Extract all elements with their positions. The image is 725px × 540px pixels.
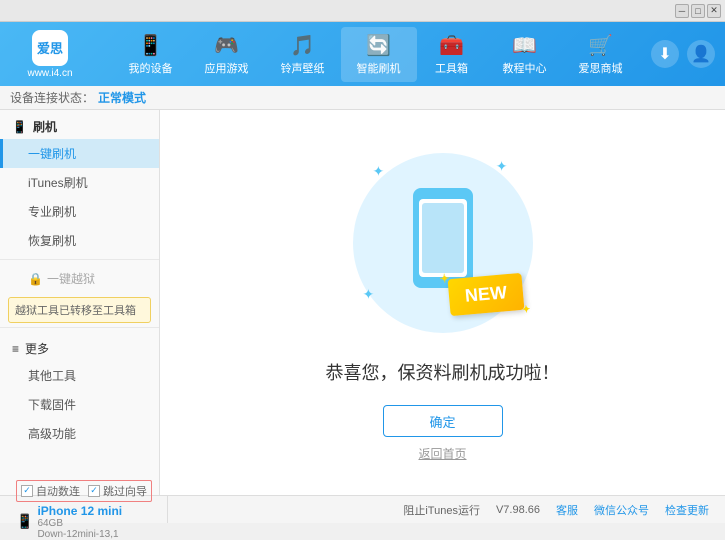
tutorial-icon: 📖 [512, 33, 537, 58]
sidebar-item-itunes-flash[interactable]: iTunes刷机 [0, 168, 159, 197]
toolbox-label: 工具箱 [435, 60, 468, 76]
skip-guide-cb-box: ✓ [88, 485, 100, 497]
sidebar-item-pro-flash[interactable]: 专业刷机 [0, 197, 159, 226]
device-row: 📱 iPhone 12 mini 64GB Down-12mini-13,1 [16, 504, 159, 540]
customer-service-link[interactable]: 客服 [556, 502, 578, 518]
bottom-checkboxes: ✓ 自动数连 ✓ 跳过向导 [16, 480, 159, 502]
app-game-label: 应用游戏 [205, 60, 249, 76]
nav-tutorial[interactable]: 📖 教程中心 [487, 27, 563, 82]
shop-label: 爱思商城 [579, 60, 623, 76]
device-info-block: iPhone 12 mini 64GB Down-12mini-13,1 [37, 504, 122, 540]
auto-connect-label: 自动数连 [36, 483, 80, 499]
logo-site: www.i4.cn [27, 68, 72, 79]
device-firmware: Down-12mini-13,1 [37, 529, 122, 540]
flash-section-icon: 📱 [12, 120, 27, 134]
tutorial-label: 教程中心 [503, 60, 547, 76]
main-content: ✦ ✦ ✦ NEW 恭喜您，保资料刷机成功啦！ 确定 返回首页 [160, 110, 725, 495]
sidebar: 📱 刷机 一键刷机 iTunes刷机 专业刷机 恢复刷机 🔒 一键越狱 越狱工具… [0, 110, 160, 495]
auto-connect-checkbox[interactable]: ✓ 自动数连 [21, 483, 80, 499]
more-section-label: 更多 [25, 340, 49, 357]
smart-flash-label: 智能刷机 [357, 60, 401, 76]
jailbreak-label: 一键越狱 [47, 270, 95, 287]
sidebar-item-advanced[interactable]: 高级功能 [0, 419, 159, 448]
sidebar-section-more: ≡ 更多 [0, 332, 159, 361]
confirm-button[interactable]: 确定 [383, 405, 503, 437]
phone-screen-inner [422, 203, 464, 273]
nav-shop[interactable]: 🛒 爱思商城 [563, 27, 639, 82]
smart-flash-icon: 🔄 [366, 33, 391, 58]
status-label: 设备连接状态： [10, 89, 94, 106]
version-info: V7.98.66 [496, 504, 540, 516]
title-bar: ─ □ ✕ [0, 0, 725, 22]
window-controls: ─ □ ✕ [675, 4, 721, 18]
nav-ringtone[interactable]: 🎵 铃声壁纸 [265, 27, 341, 82]
nav-app-game[interactable]: 🎮 应用游戏 [189, 27, 265, 82]
toolbox-icon: 🧰 [439, 33, 464, 58]
my-device-icon: 📱 [138, 33, 163, 58]
my-device-label: 我的设备 [129, 60, 173, 76]
skip-guide-checkbox[interactable]: ✓ 跳过向导 [88, 483, 147, 499]
sidebar-item-restore-flash[interactable]: 恢复刷机 [0, 226, 159, 255]
sparkle-2: ✦ [496, 158, 508, 175]
sparkle-1: ✦ [373, 163, 385, 180]
sidebar-item-one-key-flash[interactable]: 一键刷机 [0, 139, 159, 168]
nav-my-device[interactable]: 📱 我的设备 [113, 27, 189, 82]
shop-icon: 🛒 [588, 33, 613, 58]
nav-smart-flash[interactable]: 🔄 智能刷机 [341, 27, 417, 82]
go-back-link[interactable]: 返回首页 [418, 445, 466, 462]
wechat-link[interactable]: 微信公众号 [594, 502, 649, 518]
sidebar-section-flash: 📱 刷机 [0, 110, 159, 139]
sidebar-lock-jailbreak: 🔒 一键越狱 [0, 264, 159, 293]
success-illustration: ✦ ✦ ✦ NEW [343, 143, 543, 343]
ringtone-icon: 🎵 [290, 33, 315, 58]
new-badge: NEW [447, 273, 524, 316]
sidebar-item-other-tools[interactable]: 其他工具 [0, 361, 159, 390]
status-bar: 设备连接状态： 正常模式 [0, 86, 725, 110]
logo-icon: 爱思 [32, 30, 68, 66]
device-storage: 64GB [37, 518, 122, 529]
bottom-left: ✓ 自动数连 ✓ 跳过向导 📱 iPhone 12 mini 64GB Down… [8, 496, 168, 523]
status-value: 正常模式 [98, 89, 146, 106]
device-name: iPhone 12 mini [37, 504, 122, 518]
sidebar-divider-2 [0, 327, 159, 328]
sidebar-item-download-firmware[interactable]: 下载固件 [0, 390, 159, 419]
close-button[interactable]: ✕ [707, 4, 721, 18]
header: 爱思 www.i4.cn 📱 我的设备 🎮 应用游戏 🎵 铃声壁纸 🔄 智能刷机… [0, 22, 725, 86]
skip-guide-label: 跳过向导 [103, 483, 147, 499]
stop-itunes-label: 阻止iTunes运行 [403, 502, 480, 518]
device-phone-icon: 📱 [16, 513, 33, 530]
checkbox-area: ✓ 自动数连 ✓ 跳过向导 [16, 480, 152, 502]
nav-bar: 📱 我的设备 🎮 应用游戏 🎵 铃声壁纸 🔄 智能刷机 🧰 工具箱 📖 教程中心… [100, 27, 651, 82]
maximize-button[interactable]: □ [691, 4, 705, 18]
jailbreak-notice: 越狱工具已转移至工具箱 [8, 297, 151, 323]
download-button[interactable]: ⬇ [651, 40, 679, 68]
check-update-link[interactable]: 检查更新 [665, 502, 709, 518]
phone-screen [419, 199, 467, 277]
main-container: 📱 刷机 一键刷机 iTunes刷机 专业刷机 恢复刷机 🔒 一键越狱 越狱工具… [0, 110, 725, 495]
auto-connect-cb-box: ✓ [21, 485, 33, 497]
bottom-right: 阻止iTunes运行 V7.98.66 客服 微信公众号 检查更新 [168, 502, 717, 518]
more-section-icon: ≡ [12, 342, 19, 356]
lock-icon: 🔒 [28, 272, 43, 286]
bottom-bar: ✓ 自动数连 ✓ 跳过向导 📱 iPhone 12 mini 64GB Down… [0, 495, 725, 523]
sparkle-3: ✦ [363, 286, 375, 303]
user-button[interactable]: 👤 [687, 40, 715, 68]
app-game-icon: 🎮 [214, 33, 239, 58]
header-right: ⬇ 👤 [651, 40, 715, 68]
flash-section-label: 刷机 [33, 118, 57, 135]
minimize-button[interactable]: ─ [675, 4, 689, 18]
logo: 爱思 www.i4.cn [10, 30, 90, 79]
itunes-status[interactable]: 阻止iTunes运行 [403, 502, 480, 518]
success-title: 恭喜您，保资料刷机成功啦！ [326, 359, 560, 385]
ringtone-label: 铃声壁纸 [281, 60, 325, 76]
nav-toolbox[interactable]: 🧰 工具箱 [417, 27, 487, 82]
sidebar-divider-1 [0, 259, 159, 260]
